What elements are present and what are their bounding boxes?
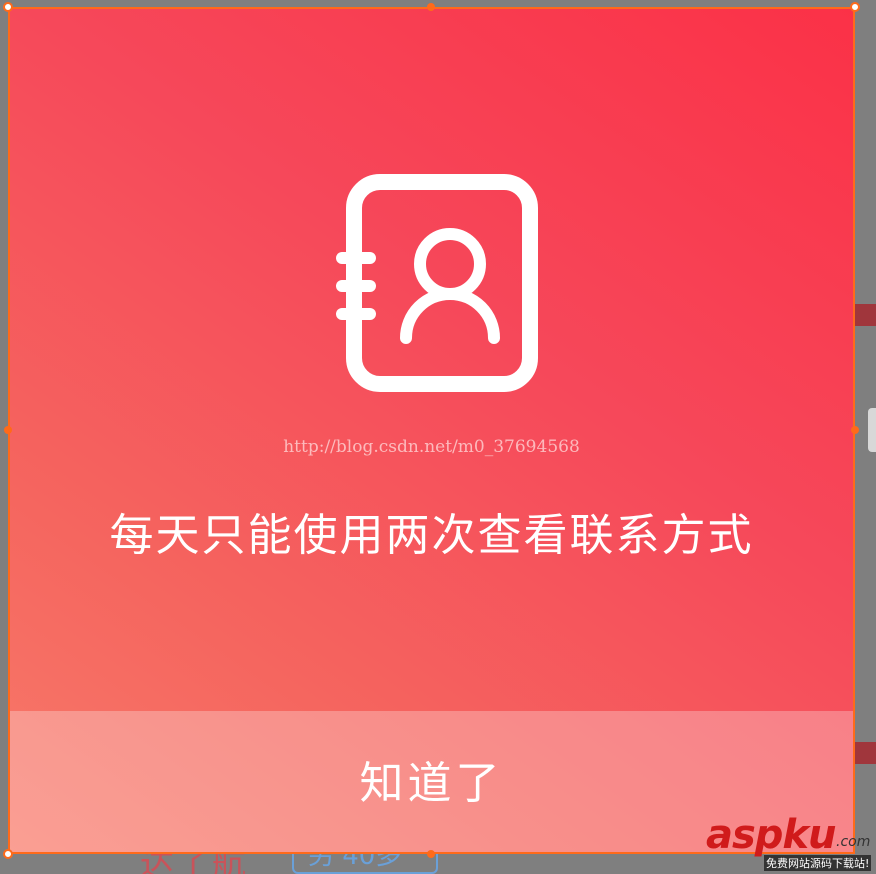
- resize-handle-bottom-left[interactable]: [3, 849, 13, 859]
- watermark-url: http://blog.csdn.net/m0_37694568: [283, 437, 580, 457]
- dialog-message: 每天只能使用两次查看联系方式: [109, 510, 754, 561]
- logo-suffix: .com: [836, 834, 871, 850]
- resize-handle-left[interactable]: [4, 426, 12, 434]
- logo-tagline: 免费网站源码下载站!: [764, 855, 872, 871]
- resize-handle-right[interactable]: [851, 426, 859, 434]
- resize-handle-top-left[interactable]: [3, 2, 13, 12]
- background-scrollbar[interactable]: [868, 408, 876, 452]
- logo-text: aspku: [706, 812, 837, 858]
- aspku-logo: aspku .com 免费网站源码下载站!: [706, 812, 872, 872]
- contacts-book-icon: [328, 172, 542, 394]
- resize-handle-bottom[interactable]: [427, 850, 435, 858]
- limit-dialog: http://blog.csdn.net/m0_37694568 每天只能使用两…: [8, 7, 855, 854]
- resize-handle-top-right[interactable]: [850, 2, 860, 12]
- background-strip: [852, 742, 876, 764]
- background-strip: [852, 304, 876, 326]
- resize-handle-top[interactable]: [427, 3, 435, 11]
